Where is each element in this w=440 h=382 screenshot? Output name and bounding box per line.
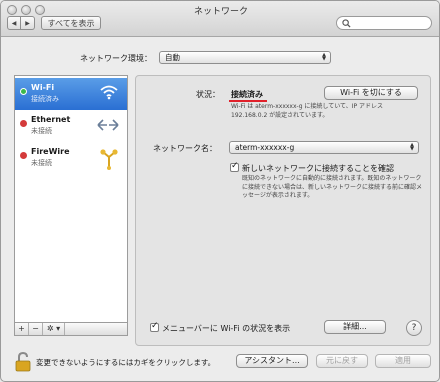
location-value: 自動 xyxy=(165,53,180,62)
network-name-label: ネットワーク名： xyxy=(153,144,217,153)
forward-button[interactable]: ▶ xyxy=(21,16,35,30)
gear-menu-button[interactable]: ✲ ▾ xyxy=(43,323,65,335)
advanced-button[interactable]: 詳細... xyxy=(324,320,386,334)
revert-button[interactable]: 元に戻す xyxy=(316,354,368,368)
remove-service-button[interactable]: − xyxy=(29,323,43,335)
ask-to-join-checkbox[interactable] xyxy=(230,161,239,172)
service-name: FireWire xyxy=(31,147,70,156)
network-preferences-window: ネットワーク ◀ ▶ すべてを表示 ネットワーク環境： 自動 ▲ ▼ Wi-Fi … xyxy=(0,0,440,382)
help-button[interactable]: ? xyxy=(406,320,422,336)
popup-arrows-icon: ▲ ▼ xyxy=(410,142,414,152)
add-service-button[interactable]: + xyxy=(15,323,29,335)
status-underline xyxy=(229,100,267,102)
forward-arrow-icon: ▶ xyxy=(25,19,30,27)
status-dot-icon xyxy=(20,152,27,159)
search-input[interactable] xyxy=(353,18,427,28)
service-status: 未接続 xyxy=(31,127,52,135)
toolbar: ネットワーク ◀ ▶ すべてを表示 xyxy=(1,1,439,37)
apply-button[interactable]: 適用 xyxy=(375,354,431,368)
back-arrow-icon: ◀ xyxy=(11,19,17,27)
status-value: 接続済み xyxy=(231,90,263,99)
search-field[interactable] xyxy=(336,16,432,30)
service-status: 未接続 xyxy=(31,159,52,167)
network-name-value: aterm-xxxxxx-g xyxy=(235,143,295,152)
popup-arrows-icon: ▲ ▼ xyxy=(322,52,326,62)
turn-wifi-off-button[interactable]: Wi-Fi を切にする xyxy=(324,86,418,100)
service-item-firewire[interactable]: FireWire 未接続 xyxy=(15,142,127,174)
service-item-wifi[interactable]: Wi-Fi 接続済み xyxy=(15,78,127,110)
back-button[interactable]: ◀ xyxy=(7,16,21,30)
firewire-icon xyxy=(100,149,118,170)
location-label: ネットワーク環境： xyxy=(80,54,152,63)
assist-me-button[interactable]: アシスタント... xyxy=(236,354,308,368)
service-list-footer: + − ✲ ▾ xyxy=(14,323,128,336)
lock-icon[interactable] xyxy=(15,352,31,372)
service-item-ethernet[interactable]: Ethernet 未接続 xyxy=(15,110,127,142)
status-label: 状況： xyxy=(196,90,220,99)
ethernet-icon xyxy=(97,119,119,131)
lock-description: 変更できないようにするにはカギをクリックします。 xyxy=(36,358,216,367)
wifi-icon xyxy=(100,85,118,100)
service-list: Wi-Fi 接続済み Ethernet 未接続 FireWire 未接続 xyxy=(14,75,128,323)
service-name: Wi-Fi xyxy=(31,83,55,92)
ask-to-join-description: 既知のネットワークに自動的に接続されます。既知のネットワークに接続できない場合は… xyxy=(242,175,423,199)
service-status: 接続済み xyxy=(31,95,59,103)
wifi-settings-panel: 状況： 接続済み Wi-Fi を切にする Wi-Fi は aterm-xxxxx… xyxy=(135,75,431,346)
status-description: Wi-Fi は aterm-xxxxxx-g に接続していて、IP アドレス 1… xyxy=(231,103,384,119)
ask-to-join-label: 新しいネットワークに接続することを確認 xyxy=(242,164,394,173)
show-all-button[interactable]: すべてを表示 xyxy=(41,16,101,30)
location-popup[interactable]: 自動 ▲ ▼ xyxy=(159,51,331,64)
show-wifi-status-checkbox[interactable] xyxy=(150,321,159,332)
status-dot-icon xyxy=(20,120,27,127)
search-icon xyxy=(342,19,351,28)
show-wifi-status-label: メニューバーに Wi-Fi の状況を表示 xyxy=(162,324,291,333)
status-dot-icon xyxy=(20,88,27,95)
network-name-popup[interactable]: aterm-xxxxxx-g ▲ ▼ xyxy=(229,141,419,154)
service-name: Ethernet xyxy=(31,115,71,124)
